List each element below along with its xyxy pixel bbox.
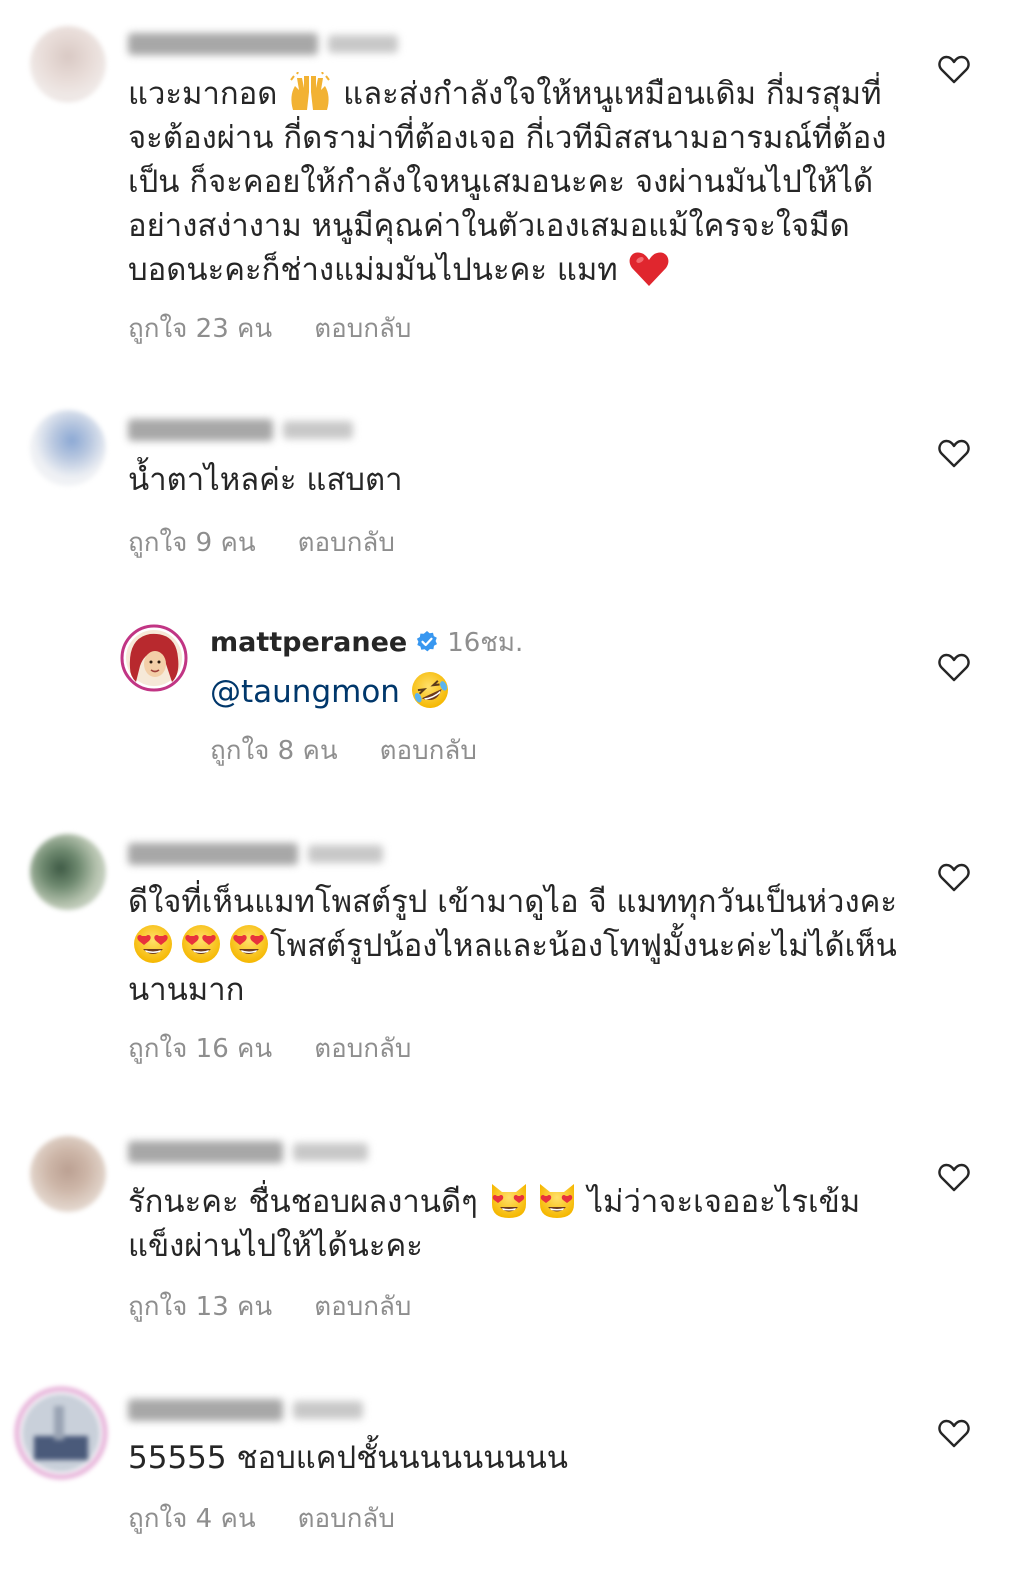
like-count[interactable]: ถูกใจ 8 คน (210, 730, 338, 771)
reply-button[interactable]: ตอบกลับ (314, 1028, 411, 1069)
comment-meta: ถูกใจ 13 คน ตอบกลับ (128, 1286, 411, 1327)
comment-author-row (128, 838, 383, 870)
avatar[interactable] (14, 1386, 108, 1480)
heart-outline-icon[interactable] (938, 652, 970, 682)
verified-badge-icon (417, 631, 438, 652)
avatar[interactable] (30, 1136, 106, 1212)
heart-outline-icon[interactable] (938, 54, 970, 84)
blurred-username[interactable] (128, 1141, 283, 1163)
comment-text-part: ดีใจที่เห็นแมทโพสต์รูป เข้ามาดูไอ จี แมท… (128, 884, 897, 920)
heart-eyes-emoji (228, 924, 270, 964)
comment-author-row (128, 28, 398, 60)
blurred-username[interactable] (128, 33, 318, 55)
heart-outline-icon[interactable] (938, 1418, 970, 1448)
username[interactable]: mattperanee (210, 627, 407, 658)
avatar[interactable] (120, 624, 188, 692)
heart-outline-icon[interactable] (938, 1162, 970, 1192)
like-count[interactable]: ถูกใจ 23 คน (128, 308, 272, 349)
reply-button[interactable]: ตอบกลับ (298, 1498, 395, 1539)
blurred-username[interactable] (128, 419, 273, 441)
comment-meta: ถูกใจ 23 คน ตอบกลับ (128, 308, 411, 349)
mention-link[interactable]: @taungmon (210, 674, 400, 710)
avatar[interactable] (30, 834, 106, 910)
timestamp: 16ชม. (447, 627, 524, 658)
comment-1: แวะมากอด และส่งกำลังใจให้หนูเหมือนเดิม ก… (0, 0, 1036, 360)
comment-meta: ถูกใจ 8 คน ตอบกลับ (210, 730, 477, 771)
blurred-timestamp (308, 845, 383, 863)
blurred-timestamp (293, 1143, 368, 1161)
blurred-timestamp (283, 421, 353, 439)
comment-3-reply: mattperanee 16ชม. @taungmon ถูกใจ 8 คน ต… (0, 620, 1036, 780)
heart-eyes-cat-emoji (488, 1180, 530, 1220)
heart-outline-icon[interactable] (938, 862, 970, 892)
heart-eyes-cat-emoji (536, 1180, 578, 1220)
reply-button[interactable]: ตอบกลับ (298, 522, 395, 563)
comment-meta: ถูกใจ 16 คน ตอบกลับ (128, 1028, 411, 1069)
reply-button[interactable]: ตอบกลับ (380, 730, 477, 771)
reply-button[interactable]: ตอบกลับ (314, 308, 411, 349)
blurred-username[interactable] (128, 1399, 283, 1421)
blurred-username[interactable] (128, 843, 298, 865)
comment-meta: ถูกใจ 9 คน ตอบกลับ (128, 522, 395, 563)
comment-text-part: รักนะคะ ชื่นชอบผลงานดีๆ (128, 1184, 488, 1220)
heart-outline-icon[interactable] (938, 438, 970, 468)
comment-text: ดีใจที่เห็นแมทโพสต์รูป เข้ามาดูไอ จี แมท… (128, 880, 908, 1012)
rolling-on-floor-laughing-emoji (411, 672, 448, 708)
like-count[interactable]: ถูกใจ 16 คน (128, 1028, 272, 1069)
raising-hands-emoji (290, 72, 331, 110)
comment-6: 55555 ชอบแคปชั้นนนนนนนนน ถูกใจ 4 คน ตอบก… (0, 1380, 1036, 1580)
comment-meta: ถูกใจ 4 คน ตอบกลับ (128, 1498, 395, 1539)
comment-text: น้ำตาไหลค่ะ แสบตา (128, 462, 403, 498)
comment-author-row (128, 414, 353, 446)
comment-text-part: แวะมากอด (128, 76, 288, 112)
comment-author-row (128, 1136, 368, 1168)
comment-text: แวะมากอด และส่งกำลังใจให้หนูเหมือนเดิม ก… (128, 72, 908, 292)
comment-text: รักนะคะ ชื่นชอบผลงานดีๆ ไม่ว่าจะเจออะไรเ… (128, 1180, 908, 1268)
comment-author-row (128, 1394, 363, 1426)
reply-author-row: mattperanee 16ชม. (210, 626, 523, 658)
comment-text: @taungmon (210, 670, 910, 714)
reply-button[interactable]: ตอบกลับ (314, 1286, 411, 1327)
avatar[interactable] (30, 410, 106, 486)
like-count[interactable]: ถูกใจ 9 คน (128, 522, 256, 563)
blurred-timestamp (328, 35, 398, 53)
blurred-timestamp (293, 1401, 363, 1419)
comment-text: 55555 ชอบแคปชั้นนนนนนนนน (128, 1440, 568, 1476)
comment-5: รักนะคะ ชื่นชอบผลงานดีๆ ไม่ว่าจะเจออะไรเ… (0, 1120, 1036, 1340)
heart-eyes-emoji (132, 924, 174, 964)
red-heart-emoji (629, 252, 668, 286)
like-count[interactable]: ถูกใจ 13 คน (128, 1286, 272, 1327)
heart-eyes-emoji (180, 924, 222, 964)
like-count[interactable]: ถูกใจ 4 คน (128, 1498, 256, 1539)
comment-2: น้ำตาไหลค่ะ แสบตา ถูกใจ 9 คน ตอบกลับ (0, 400, 1036, 580)
comment-4: ดีใจที่เห็นแมทโพสต์รูป เข้ามาดูไอ จี แมท… (0, 820, 1036, 1080)
avatar[interactable] (30, 26, 106, 102)
